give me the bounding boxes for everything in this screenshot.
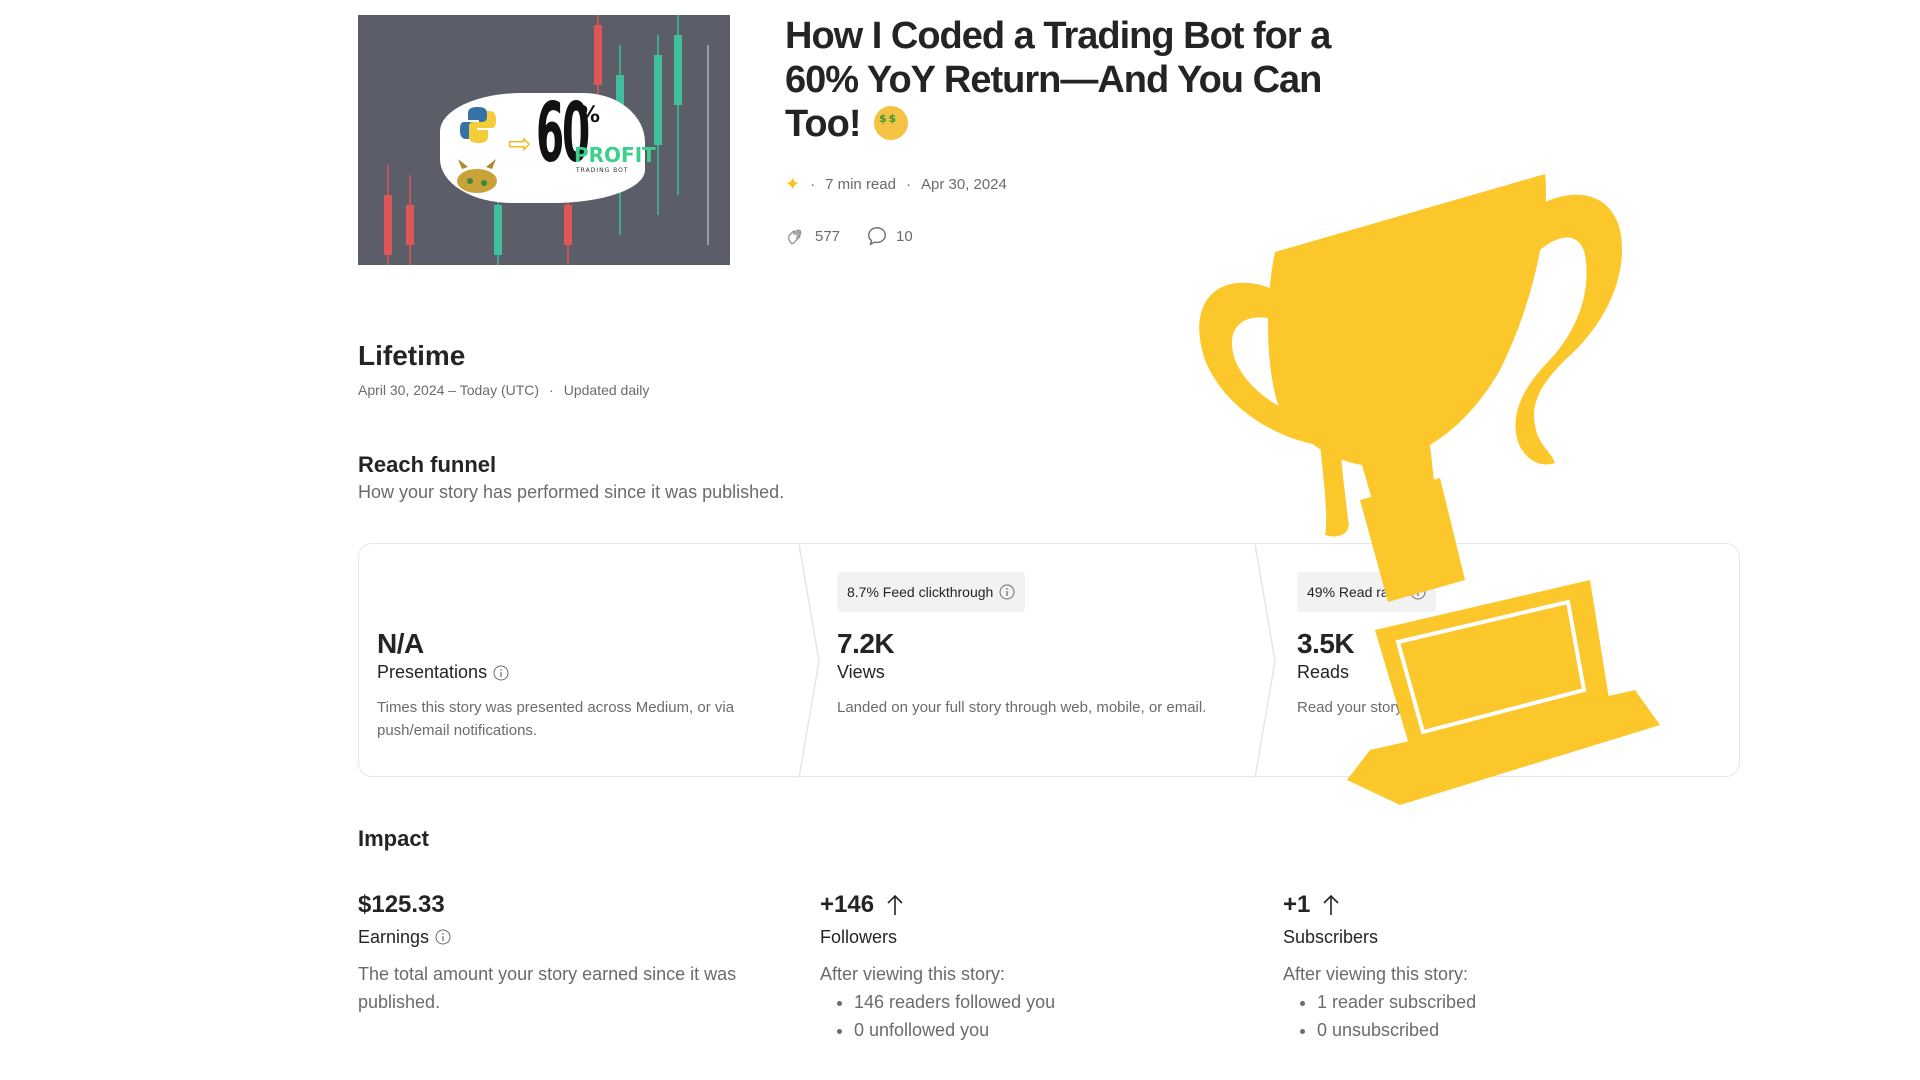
meta-separator: · <box>905 175 911 193</box>
arrow-up-icon <box>1323 894 1339 915</box>
trophy-icon <box>1199 174 1660 805</box>
impact-subscribers: +1 Subscribers After viewing this story:… <box>1283 888 1703 1044</box>
claps-count: 577 <box>815 227 841 245</box>
claps-stat[interactable]: 577 <box>785 225 840 247</box>
publish-date: Apr 30, 2024 <box>920 175 1007 193</box>
subscribers-value-row: +1 <box>1283 888 1703 922</box>
thumbnail-percent: % <box>578 103 601 128</box>
info-icon[interactable] <box>435 929 451 945</box>
impact-earnings: $125.33 Earnings The total amount your s… <box>358 888 778 1016</box>
funnel-divider <box>799 544 820 778</box>
meta-separator: · <box>810 175 816 193</box>
info-icon[interactable] <box>999 584 1015 600</box>
article-title-text: How I Coded a Trading Bot for a 60% YoY … <box>785 15 1331 145</box>
comment-icon <box>868 227 886 246</box>
arrow-up-icon <box>887 894 903 915</box>
article-title[interactable]: How I Coded a Trading Bot for a 60% YoY … <box>785 14 1345 146</box>
arrow-right-icon: ⇨ <box>508 127 532 160</box>
presentations-label: Presentations <box>377 662 509 683</box>
subscribers-value: +1 <box>1283 891 1311 918</box>
presentations-description: Times this story was presented across Me… <box>377 699 735 739</box>
earnings-label-text: Earnings <box>358 926 430 947</box>
money-mouth-face-icon <box>874 106 909 140</box>
reach-funnel-heading: Reach funnel <box>358 452 497 477</box>
presentations-value: N/A <box>377 628 424 659</box>
member-star-icon: ✦ <box>785 173 801 194</box>
info-icon[interactable] <box>493 665 509 681</box>
followers-value-row: +146 <box>820 888 1240 922</box>
article-thumbnail[interactable]: ⇨ 60 % PROFIT TRADING BOT <box>358 15 730 265</box>
followers-intro: After viewing this story: <box>820 964 1006 984</box>
list-item: 146 readers followed you <box>854 988 1240 1016</box>
views-value: 7.2K <box>837 628 895 659</box>
engagement-stats: 577 10 <box>785 225 929 247</box>
feed-clickthrough-text: 8.7% Feed clickthrough <box>847 584 994 600</box>
views-label: Views <box>837 662 885 682</box>
subscribers-label: Subscribers <box>1283 926 1379 947</box>
lifetime-heading: Lifetime <box>358 340 466 371</box>
list-item: 1 reader subscribed <box>1317 988 1703 1016</box>
feed-clickthrough-pill: 8.7% Feed clickthrough <box>837 572 1026 612</box>
earnings-label: Earnings <box>358 924 778 950</box>
earnings-description: The total amount your story earned since… <box>358 964 737 1012</box>
update-frequency: Updated daily <box>563 382 650 398</box>
bull-icon <box>457 159 497 193</box>
date-range: April 30, 2024 – Today (UTC) <box>358 382 540 398</box>
clap-icon <box>788 229 802 245</box>
article-meta: ✦ · 7 min read · Apr 30, 2024 <box>785 172 1007 196</box>
responses-count: 10 <box>896 227 913 245</box>
presentations-label-text: Presentations <box>377 662 488 682</box>
followers-value: +146 <box>820 891 875 918</box>
subscribers-breakdown: 1 reader subscribed 0 unsubscribed <box>1283 988 1703 1044</box>
python-logo-icon <box>460 107 496 143</box>
read-time: 7 min read <box>825 175 896 193</box>
thumbnail-subtitle: TRADING BOT <box>576 167 629 174</box>
followers-breakdown: 146 readers followed you 0 unfollowed yo… <box>820 988 1240 1044</box>
meta-separator: · <box>549 382 554 398</box>
impact-followers: +146 Followers After viewing this story:… <box>820 888 1240 1044</box>
list-item: 0 unsubscribed <box>1317 1016 1703 1044</box>
earnings-value: $125.33 <box>358 891 445 918</box>
impact-heading: Impact <box>358 826 429 851</box>
funnel-presentations: N/A Presentations Times this story was p… <box>377 544 797 776</box>
followers-label: Followers <box>820 926 898 947</box>
responses-stat[interactable]: 10 <box>866 225 913 247</box>
thumbnail-profit: PROFIT <box>574 143 656 167</box>
reach-funnel-subtitle: How your story has performed since it wa… <box>358 482 785 502</box>
subscribers-intro: After viewing this story: <box>1283 964 1469 984</box>
lifetime-subtitle: April 30, 2024 – Today (UTC) · Updated d… <box>358 382 649 398</box>
list-item: 0 unfollowed you <box>854 1016 1240 1044</box>
